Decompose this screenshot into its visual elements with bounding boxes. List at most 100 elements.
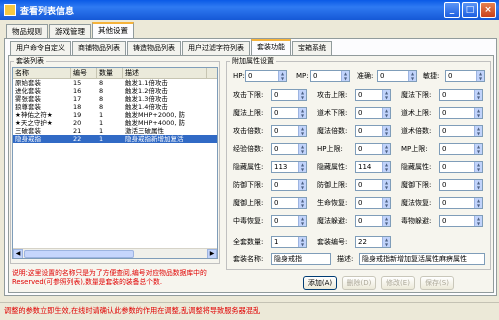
spin-down-icon[interactable]: ▼ bbox=[383, 113, 390, 118]
spin-down-icon[interactable]: ▼ bbox=[477, 76, 484, 81]
def-max-spin[interactable]: 0 ▲ ▼ bbox=[355, 179, 391, 191]
column-count[interactable]: 数量 bbox=[97, 68, 123, 78]
spin-down-icon[interactable]: ▼ bbox=[475, 185, 482, 190]
modify-button[interactable]: 修改(E) bbox=[381, 276, 415, 290]
scroll-thumb[interactable] bbox=[24, 250, 134, 258]
list-item[interactable]: 三破套装 21 1 激活三破属性 bbox=[13, 127, 217, 135]
atk-max-spin[interactable]: 0 ▲ ▼ bbox=[355, 89, 391, 101]
spin-down-icon[interactable]: ▼ bbox=[342, 76, 349, 81]
spin-down-icon[interactable]: ▼ bbox=[475, 203, 482, 208]
spin-down-icon[interactable]: ▼ bbox=[383, 95, 390, 100]
spin-down-icon[interactable]: ▼ bbox=[383, 167, 390, 172]
spin-down-icon[interactable]: ▼ bbox=[299, 113, 306, 118]
spin-down-icon[interactable]: ▼ bbox=[383, 221, 390, 226]
magic-evade-spin[interactable]: 0 ▲ ▼ bbox=[355, 215, 391, 227]
delete-button[interactable]: 删除(D) bbox=[342, 276, 376, 290]
set-count-spin[interactable]: 1 ▲ ▼ bbox=[271, 236, 307, 248]
column-desc[interactable]: 描述 bbox=[123, 68, 207, 78]
mag-min-spin[interactable]: 0 ▲ ▼ bbox=[439, 89, 483, 101]
set-id-spin[interactable]: 22 ▲ ▼ bbox=[355, 236, 391, 248]
accuracy-spin[interactable]: 0 ▲ ▼ bbox=[377, 70, 417, 82]
stealth-attr-1-spin[interactable]: 113 ▲ ▼ bbox=[271, 161, 307, 173]
row-count: 8 bbox=[99, 103, 104, 111]
set-name-input[interactable]: 隐身戒指 bbox=[271, 253, 331, 265]
set-list[interactable]: 名称 编号 数量 描述 原始套装 15 8 触发1.1倍攻击 进化套装 16 8 触发1.2… bbox=[12, 67, 218, 259]
horizontal-scrollbar[interactable]: ◀ ▶ bbox=[13, 248, 217, 258]
spin-down-icon[interactable]: ▼ bbox=[279, 76, 286, 81]
add-button[interactable]: 添加(A) bbox=[303, 276, 337, 290]
column-id[interactable]: 编号 bbox=[71, 68, 97, 78]
spin-down-icon[interactable]: ▼ bbox=[475, 221, 482, 226]
spin-down-icon[interactable]: ▼ bbox=[299, 149, 306, 154]
stealth-attr-2-spin[interactable]: 114 ▲ ▼ bbox=[355, 161, 391, 173]
spin-down-icon[interactable]: ▼ bbox=[475, 131, 482, 136]
atk-min-spin[interactable]: 0 ▲ ▼ bbox=[271, 89, 307, 101]
spin-down-icon[interactable]: ▼ bbox=[383, 185, 390, 190]
close-icon[interactable]: × bbox=[480, 2, 496, 18]
tab-item-rules[interactable]: 物品规则 bbox=[6, 24, 48, 38]
save-button[interactable]: 保存(S) bbox=[420, 276, 454, 290]
spin-down-icon[interactable]: ▼ bbox=[383, 149, 390, 154]
mag-mult-spin[interactable]: 0 ▲ ▼ bbox=[355, 125, 391, 137]
poison-evade-spin[interactable]: 0 ▲ ▼ bbox=[439, 215, 483, 227]
magic-recover-spin[interactable]: 0 ▲ ▼ bbox=[439, 197, 483, 209]
scroll-right-icon[interactable]: ▶ bbox=[207, 249, 217, 258]
spin-down-icon[interactable]: ▼ bbox=[299, 203, 306, 208]
tab-other-settings[interactable]: 其他设置 bbox=[92, 22, 134, 38]
spin-down-icon[interactable]: ▼ bbox=[299, 242, 306, 247]
spin-down-icon[interactable]: ▼ bbox=[299, 221, 306, 226]
list-item[interactable]: ★神佑之符★ 19 1 触发MHP+2000, 防 bbox=[13, 111, 217, 119]
mdef-max-spin[interactable]: 0 ▲ ▼ bbox=[271, 197, 307, 209]
spin-down-icon[interactable]: ▼ bbox=[475, 149, 482, 154]
spin-down-icon[interactable]: ▼ bbox=[299, 167, 306, 172]
atk-mult-spin[interactable]: 0 ▲ ▼ bbox=[271, 125, 307, 137]
mag-max-spin[interactable]: 0 ▲ ▼ bbox=[271, 107, 307, 119]
column-name[interactable]: 名称 bbox=[13, 68, 71, 78]
list-item-selected[interactable]: 隐身戒指 22 1 隐身戒指新增加复活 bbox=[13, 135, 217, 143]
spin-down-icon[interactable]: ▼ bbox=[383, 203, 390, 208]
list-item[interactable]: ★天之守护★ 20 1 触发MHP+4000, 防 bbox=[13, 119, 217, 127]
tab-set-function[interactable]: 套装功能 bbox=[251, 39, 291, 55]
list-item[interactable]: 雾张套装 17 8 触发1.3倍攻击 bbox=[13, 95, 217, 103]
poison-recover-spin[interactable]: 0 ▲ ▼ bbox=[271, 215, 307, 227]
tao-max-spin[interactable]: 0 ▲ ▼ bbox=[439, 107, 483, 119]
desc-input[interactable]: 隐身戒指新增加复活属性麻痹属性 bbox=[359, 253, 485, 265]
spin-down-icon[interactable]: ▼ bbox=[299, 131, 306, 136]
hp-spin[interactable]: 0 ▲ ▼ bbox=[245, 70, 287, 82]
tab-filter-words[interactable]: 用户过滤字符列表 bbox=[182, 41, 250, 55]
row-desc: 触发MHP+2000, 防 bbox=[125, 111, 186, 119]
tab-chest-system[interactable]: 宝箱系统 bbox=[292, 41, 332, 55]
tab-shop-items[interactable]: 商铺物品列表 bbox=[72, 41, 126, 55]
spin-down-icon[interactable]: ▼ bbox=[475, 113, 482, 118]
spin-down-icon[interactable]: ▼ bbox=[299, 185, 306, 190]
agility-spin[interactable]: 0 ▲ ▼ bbox=[445, 70, 485, 82]
life-recover-spin[interactable]: 0 ▲ ▼ bbox=[355, 197, 391, 209]
tao-min-spin[interactable]: 0 ▲ ▼ bbox=[355, 107, 391, 119]
tao-mult-spin[interactable]: 0 ▲ ▼ bbox=[439, 125, 483, 137]
list-item[interactable]: 原始套装 15 8 触发1.1倍攻击 bbox=[13, 79, 217, 87]
spin-down-icon[interactable]: ▼ bbox=[475, 95, 482, 100]
list-item[interactable]: 狼尊套装 18 8 触发1.4倍攻击 bbox=[13, 103, 217, 111]
spin-down-icon[interactable]: ▼ bbox=[409, 76, 416, 81]
row-id: 16 bbox=[73, 87, 82, 95]
maximize-icon[interactable]: □ bbox=[462, 2, 478, 18]
exp-mult-spin[interactable]: 0 ▲ ▼ bbox=[271, 143, 307, 155]
stealth-attr-3-field: 隐藏属性: 0 ▲ ▼ bbox=[401, 161, 483, 173]
minimize-icon[interactable]: _ bbox=[444, 2, 460, 18]
tab-forge-items[interactable]: 铸造物品列表 bbox=[127, 41, 181, 55]
stealth-attr-3-spin[interactable]: 0 ▲ ▼ bbox=[439, 161, 483, 173]
list-item[interactable]: 进化套装 16 8 触发1.2倍攻击 bbox=[13, 87, 217, 95]
spin-down-icon[interactable]: ▼ bbox=[475, 167, 482, 172]
scroll-left-icon[interactable]: ◀ bbox=[13, 249, 23, 258]
spin-down-icon[interactable]: ▼ bbox=[383, 242, 390, 247]
mp-max-spin[interactable]: 0 ▲ ▼ bbox=[439, 143, 483, 155]
hp-max-spin[interactable]: 0 ▲ ▼ bbox=[355, 143, 391, 155]
tab-user-commands[interactable]: 用户命令自定义 bbox=[10, 41, 71, 55]
def-min-spin[interactable]: 0 ▲ ▼ bbox=[271, 179, 307, 191]
mdef-min-spin[interactable]: 0 ▲ ▼ bbox=[439, 179, 483, 191]
spin-down-icon[interactable]: ▼ bbox=[299, 95, 306, 100]
spin-down-icon[interactable]: ▼ bbox=[383, 131, 390, 136]
hp-max-value: 0 bbox=[358, 145, 363, 153]
tab-game-management[interactable]: 游戏管理 bbox=[49, 24, 91, 38]
mp-spin[interactable]: 0 ▲ ▼ bbox=[310, 70, 350, 82]
